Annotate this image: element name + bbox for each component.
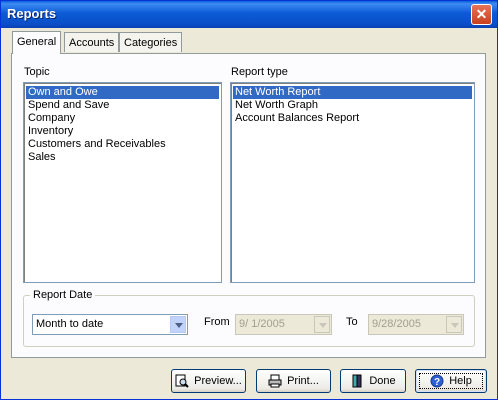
preview-button[interactable]: Preview...	[171, 369, 246, 393]
to-date-value: 9/28/2005	[372, 318, 421, 330]
topic-item-spend-and-save[interactable]: Spend and Save	[26, 99, 219, 112]
topic-item-inventory[interactable]: Inventory	[26, 125, 219, 138]
done-button[interactable]: Done	[340, 369, 406, 393]
window-title: Reports	[7, 6, 57, 21]
report-type-listbox[interactable]: Net Worth Report Net Worth Graph Account…	[230, 82, 475, 283]
title-bar[interactable]: Reports ✕	[1, 1, 497, 28]
topic-item-own-and-owe[interactable]: Own and Owe	[26, 86, 219, 99]
tab-accounts[interactable]: Accounts	[64, 32, 120, 52]
help-button-label: Help	[449, 375, 472, 387]
close-button[interactable]: ✕	[471, 4, 492, 25]
tab-general[interactable]: General	[12, 31, 62, 54]
tab-label: Categories	[124, 37, 178, 49]
chevron-down-icon[interactable]	[446, 316, 462, 333]
tab-label: General	[17, 36, 57, 48]
report-type-item-net-worth-graph[interactable]: Net Worth Graph	[233, 99, 472, 112]
topic-item-customers-and-receivables[interactable]: Customers and Receivables	[26, 138, 219, 151]
help-button[interactable]: ? Help	[415, 369, 487, 393]
tab-label: Accounts	[69, 37, 115, 49]
preview-icon	[175, 374, 189, 388]
done-button-label: Done	[369, 375, 396, 387]
print-icon	[268, 374, 282, 388]
from-label: From	[204, 316, 230, 328]
topic-item-company[interactable]: Company	[26, 112, 219, 125]
from-date-field[interactable]: 9/ 1/2005	[235, 314, 332, 335]
report-type-item-account-balances-report[interactable]: Account Balances Report	[233, 112, 472, 125]
from-date-value: 9/ 1/2005	[239, 318, 285, 330]
topic-label: Topic	[24, 66, 50, 78]
svg-text:?: ?	[434, 377, 440, 388]
chevron-down-icon[interactable]	[314, 316, 330, 333]
report-type-label: Report type	[231, 66, 288, 78]
topic-listbox[interactable]: Own and Owe Spend and Save Company Inven…	[23, 82, 222, 283]
report-date-group-label: Report Date	[30, 289, 96, 301]
preview-button-label: Preview...	[194, 375, 242, 387]
print-button-label: Print...	[287, 375, 319, 387]
report-type-item-net-worth-report[interactable]: Net Worth Report	[233, 86, 472, 99]
to-label: To	[346, 316, 358, 328]
tab-categories[interactable]: Categories	[119, 32, 183, 52]
print-button[interactable]: Print...	[256, 369, 331, 393]
chevron-down-icon[interactable]	[170, 316, 186, 333]
to-date-field[interactable]: 9/28/2005	[368, 314, 464, 335]
help-icon: ?	[430, 374, 444, 388]
date-range-dropdown[interactable]: Month to date	[32, 314, 188, 335]
topic-item-sales[interactable]: Sales	[26, 151, 219, 164]
date-range-value: Month to date	[36, 318, 104, 330]
done-icon	[352, 374, 362, 388]
